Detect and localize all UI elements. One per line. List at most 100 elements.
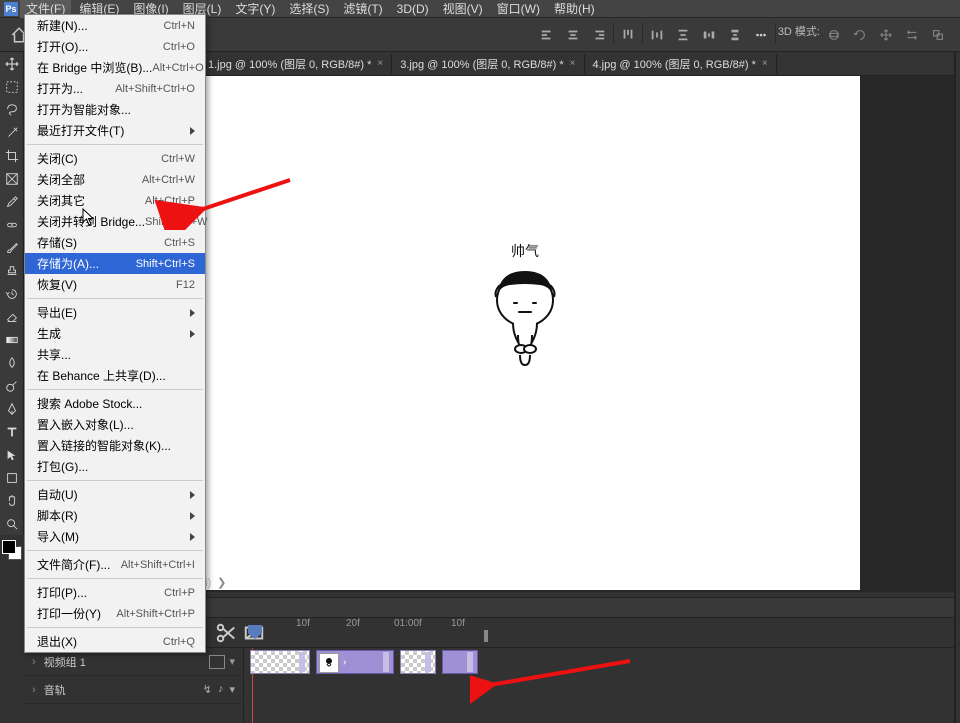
more-options-icon[interactable] <box>749 23 773 47</box>
chevron-down-icon[interactable]: ▾ <box>229 683 235 696</box>
blur-tool-icon[interactable] <box>0 351 24 374</box>
pan-3d-icon[interactable] <box>874 23 898 47</box>
move-tool-icon[interactable] <box>0 52 24 75</box>
path-tool-icon[interactable] <box>0 443 24 466</box>
heal-tool-icon[interactable] <box>0 213 24 236</box>
menu-item[interactable]: 脚本(R) <box>25 505 205 526</box>
align-right-icon[interactable] <box>587 23 611 47</box>
frame-tool-icon[interactable] <box>0 167 24 190</box>
timeline-clip[interactable]: › <box>316 650 394 674</box>
document-tab[interactable]: 1.jpg @ 100% (图层 0, RGB/8#) * × <box>200 54 392 74</box>
wand-tool-icon[interactable] <box>0 121 24 144</box>
orbit-3d-icon[interactable] <box>822 23 846 47</box>
pen-tool-icon[interactable] <box>0 397 24 420</box>
color-swatches[interactable] <box>2 540 22 566</box>
scale-3d-icon[interactable] <box>926 23 950 47</box>
timeline-ruler[interactable]: 10f 20f 01:00f 10f <box>246 618 960 648</box>
menu-item[interactable]: 关闭(C)Ctrl+W <box>25 148 205 169</box>
menu-item[interactable]: 自动(U) <box>25 484 205 505</box>
split-clip-icon[interactable] <box>215 623 237 643</box>
gradient-tool-icon[interactable] <box>0 328 24 351</box>
marquee-tool-icon[interactable] <box>0 75 24 98</box>
menu-item[interactable]: 打开(O)...Ctrl+O <box>25 36 205 57</box>
chevron-right-icon[interactable]: › <box>32 684 36 696</box>
hand-tool-icon[interactable] <box>0 489 24 512</box>
crop-tool-icon[interactable] <box>0 144 24 167</box>
menu-item[interactable]: 导出(E) <box>25 302 205 323</box>
menu-3d[interactable]: 3D(D) <box>391 1 435 17</box>
menu-item[interactable]: 新建(N)...Ctrl+N <box>25 15 205 36</box>
menu-item[interactable]: 共享... <box>25 344 205 365</box>
chevron-right-icon[interactable]: › <box>32 656 36 668</box>
menu-item[interactable]: 最近打开文件(T) <box>25 120 205 141</box>
menu-item[interactable]: 打印(P)...Ctrl+P <box>25 582 205 603</box>
distribute-horizontal-icon[interactable] <box>645 23 669 47</box>
work-area-end-icon[interactable] <box>484 630 488 642</box>
distribute-vertical-icon[interactable] <box>671 23 695 47</box>
stamp-tool-icon[interactable] <box>0 259 24 282</box>
close-icon[interactable]: × <box>570 58 576 69</box>
timeline-clip[interactable] <box>250 650 310 674</box>
menu-item[interactable]: 打开为...Alt+Shift+Ctrl+O <box>25 78 205 99</box>
eraser-tool-icon[interactable] <box>0 305 24 328</box>
menu-item[interactable]: 搜索 Adobe Stock... <box>25 393 205 414</box>
playhead-icon[interactable] <box>248 625 262 639</box>
slide-3d-icon[interactable] <box>900 23 924 47</box>
menu-item[interactable]: 导入(M) <box>25 526 205 547</box>
menu-item[interactable]: 在 Bridge 中浏览(B)...Alt+Ctrl+O <box>25 57 205 78</box>
menu-item[interactable]: 关闭其它Alt+Ctrl+P <box>25 190 205 211</box>
close-icon[interactable]: × <box>762 58 768 69</box>
menu-item[interactable]: 打包(G)... <box>25 456 205 477</box>
chevron-right-icon[interactable]: ❯ <box>217 576 226 589</box>
menu-select[interactable]: 选择(S) <box>283 0 335 18</box>
menu-item[interactable]: 生成 <box>25 323 205 344</box>
align-top-icon[interactable] <box>616 23 640 47</box>
clip-handle-icon[interactable] <box>467 652 473 672</box>
menu-item[interactable]: 打印一份(Y)Alt+Shift+Ctrl+P <box>25 603 205 624</box>
track-lane-area[interactable]: › <box>244 648 960 723</box>
timeline-clip[interactable] <box>442 650 478 674</box>
fx-icon[interactable]: ↯ <box>203 683 212 696</box>
menu-item[interactable]: 关闭全部Alt+Ctrl+W <box>25 169 205 190</box>
eyedropper-tool-icon[interactable] <box>0 190 24 213</box>
clip-chevron-icon[interactable]: › <box>343 657 346 668</box>
clip-handle-icon[interactable] <box>299 652 305 672</box>
clip-handle-icon[interactable] <box>383 652 389 672</box>
align-left-icon[interactable] <box>535 23 559 47</box>
timeline-clip[interactable] <box>400 650 436 674</box>
menu-window[interactable]: 窗口(W) <box>491 0 546 18</box>
menu-item[interactable]: 打开为智能对象... <box>25 99 205 120</box>
menu-item[interactable]: 关闭并转到 Bridge...Shift+Ctrl+W <box>25 211 205 232</box>
menu-type[interactable]: 文字(Y) <box>229 0 281 18</box>
roll-3d-icon[interactable] <box>848 23 872 47</box>
audio-track-header[interactable]: › 音轨 ↯ ♪ ▾ <box>24 676 243 704</box>
music-note-icon[interactable]: ♪ <box>218 683 224 696</box>
menu-item[interactable]: 文件简介(F)...Alt+Shift+Ctrl+I <box>25 554 205 575</box>
history-brush-tool-icon[interactable] <box>0 282 24 305</box>
document-tab[interactable]: 4.jpg @ 100% (图层 0, RGB/8#) * × <box>585 54 777 74</box>
type-tool-icon[interactable] <box>0 420 24 443</box>
shape-tool-icon[interactable] <box>0 466 24 489</box>
menu-view[interactable]: 视图(V) <box>437 0 489 18</box>
foreground-color-swatch[interactable] <box>2 540 16 554</box>
menu-item[interactable]: 存储(S)Ctrl+S <box>25 232 205 253</box>
menu-filter[interactable]: 滤镜(T) <box>337 0 388 18</box>
clip-handle-icon[interactable] <box>425 652 431 672</box>
document-tab[interactable]: 3.jpg @ 100% (图层 0, RGB/8#) * × <box>392 54 584 74</box>
menu-item[interactable]: 恢复(V)F12 <box>25 274 205 295</box>
zoom-tool-icon[interactable] <box>0 512 24 535</box>
lasso-tool-icon[interactable] <box>0 98 24 121</box>
menu-item[interactable]: 置入嵌入对象(L)... <box>25 414 205 435</box>
menu-item[interactable]: 存储为(A)...Shift+Ctrl+S <box>25 253 205 274</box>
close-icon[interactable]: × <box>377 58 383 69</box>
dodge-tool-icon[interactable] <box>0 374 24 397</box>
document-canvas[interactable]: 帅气 <box>190 76 860 590</box>
menu-item[interactable]: 在 Behance 上共享(D)... <box>25 365 205 386</box>
brush-tool-icon[interactable] <box>0 236 24 259</box>
align-hcenter-icon[interactable] <box>561 23 585 47</box>
menu-help[interactable]: 帮助(H) <box>548 0 601 18</box>
menu-item[interactable]: 置入链接的智能对象(K)... <box>25 435 205 456</box>
chevron-down-icon[interactable]: ▾ <box>229 655 235 669</box>
layer-filmstrip-icon[interactable] <box>209 655 225 669</box>
distribute-spacing-h-icon[interactable] <box>697 23 721 47</box>
